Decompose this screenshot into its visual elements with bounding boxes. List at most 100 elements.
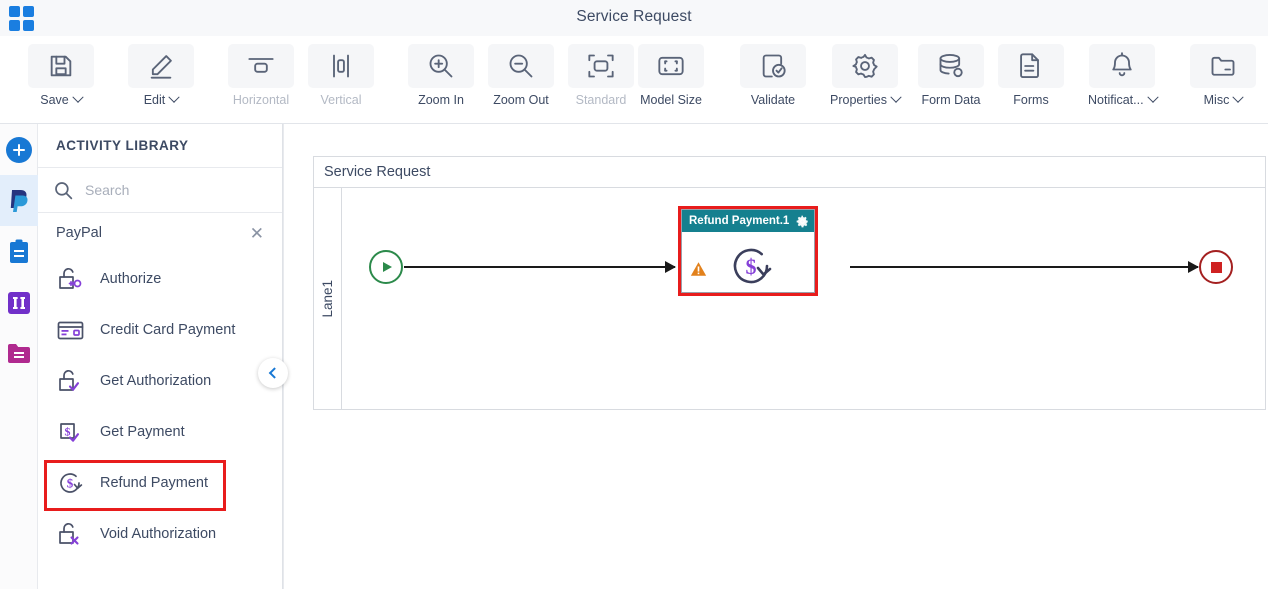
lane-body[interactable]: Refund Payment.1 $	[342, 188, 1265, 409]
unlock-x-icon	[56, 521, 86, 547]
library-item-void-authorization[interactable]: Void Authorization	[38, 508, 282, 559]
toolbar-button-model-size[interactable]: Model Size	[638, 44, 704, 107]
chevron-down-icon	[1146, 91, 1159, 103]
paypal-icon	[10, 189, 28, 212]
vertical-layout-icon	[308, 44, 374, 88]
task-header: Refund Payment.1	[682, 210, 814, 232]
database-icon	[918, 44, 984, 88]
toolbar-button-edit[interactable]: Edit	[128, 44, 194, 107]
refund-dollar-icon: $	[733, 248, 772, 284]
task-title: Refund Payment.1	[689, 215, 790, 227]
svg-text:$: $	[746, 254, 757, 279]
toolbar-button-label: Zoom In	[418, 93, 464, 107]
toolbar-button-label: Misc	[1203, 93, 1230, 107]
panel-collapse-button[interactable]	[258, 358, 288, 388]
library-item-get-payment[interactable]: $ Get Payment	[38, 406, 282, 457]
refund-dollar-icon: $	[56, 470, 86, 496]
svg-text:$: $	[65, 424, 71, 438]
chevron-down-icon	[168, 91, 180, 103]
panel-heading: ACTIVITY LIBRARY	[38, 124, 282, 168]
toolbar-button-validate[interactable]: Validate	[740, 44, 806, 107]
search-row	[38, 168, 282, 213]
library-item-label: Get Authorization	[100, 372, 212, 389]
lane-label-text: Lane1	[320, 279, 335, 318]
diagram-canvas[interactable]: Service Request Lane1 Refund Payment.1 $	[283, 124, 1268, 589]
columns-icon	[8, 291, 30, 314]
pool[interactable]: Service Request Lane1 Refund Payment.1 $	[313, 156, 1266, 410]
lane: Lane1 Refund Payment.1 $	[314, 188, 1265, 409]
toolbar-button-label: Form Data	[921, 93, 981, 107]
sidebar-item-folder[interactable]	[0, 328, 38, 379]
toolbar-button-label: Vertical	[320, 93, 362, 107]
toolbar-button-properties[interactable]: Properties	[830, 44, 902, 107]
activity-library-panel: ACTIVITY LIBRARY PayPal ✕ Authorize Credi…	[38, 124, 283, 589]
library-item-credit-card-payment[interactable]: Credit Card Payment	[38, 304, 282, 355]
toolbar-button-label: Validate	[750, 93, 796, 107]
toolbar-button-label: Edit	[143, 93, 166, 107]
toolbar-button-label: Zoom Out	[493, 93, 549, 107]
stop-square-icon	[1210, 261, 1222, 273]
edit-pencil-icon	[128, 44, 194, 88]
library-item-label: Refund Payment	[100, 474, 209, 491]
zoom-out-icon	[488, 44, 554, 88]
library-group-header: PayPal ✕	[38, 213, 282, 253]
library-group-label: PayPal	[56, 225, 102, 241]
chevron-left-icon	[268, 367, 281, 379]
search-input[interactable]	[85, 182, 245, 198]
toolbar-button-zoom-in[interactable]: Zoom In	[408, 44, 474, 107]
dollar-check-icon: $	[56, 419, 86, 445]
play-icon	[383, 262, 392, 272]
toolbar-button-label: Standard	[575, 93, 627, 107]
toolbar-button-label: Forms	[1013, 93, 1049, 107]
zoom-in-icon	[408, 44, 474, 88]
toolbar-button-zoom-out[interactable]: Zoom Out	[488, 44, 554, 107]
end-event[interactable]	[1199, 250, 1233, 284]
sidebar-item-clipboard[interactable]	[0, 226, 38, 277]
warning-triangle-icon[interactable]	[690, 261, 707, 277]
library-item-label: Authorize	[100, 270, 162, 287]
toolbar: Save Edit Horizontal Vertical Zoom In Zoom Ou…	[0, 36, 1268, 124]
credit-card-icon	[56, 317, 86, 343]
save-icon	[28, 44, 94, 88]
chevron-down-icon	[890, 91, 902, 103]
search-icon	[55, 181, 73, 199]
toolbar-button-label: Save	[40, 93, 69, 107]
toolbar-button-vertical: Vertical	[308, 44, 374, 107]
pool-title: Service Request	[314, 157, 1265, 188]
sequence-flow-2[interactable]	[850, 261, 1199, 273]
start-event[interactable]	[369, 250, 403, 284]
toolbar-button-label: Properties	[830, 93, 887, 107]
horizontal-layout-icon	[228, 44, 294, 88]
library-item-label: Get Payment	[100, 423, 185, 440]
toolbar-button-save[interactable]: Save	[28, 44, 94, 107]
title-bar: Service Request	[0, 0, 1268, 36]
model-size-icon	[638, 44, 704, 88]
toolbar-button-form-data[interactable]: Form Data	[918, 44, 984, 107]
svg-text:$: $	[67, 475, 74, 490]
close-icon[interactable]: ✕	[250, 225, 264, 242]
validate-icon	[740, 44, 806, 88]
toolbar-button-label: Model Size	[640, 93, 702, 107]
toolbar-button-forms[interactable]: Forms	[998, 44, 1064, 107]
forms-icon	[998, 44, 1064, 88]
sidebar-item-paypal[interactable]	[0, 175, 38, 226]
folder-icon	[8, 343, 30, 363]
clipboard-icon	[10, 239, 28, 263]
gear-icon[interactable]	[796, 215, 809, 228]
toolbar-button-horizontal: Horizontal	[228, 44, 294, 107]
library-item-get-authorization[interactable]: Get Authorization	[38, 355, 282, 406]
sequence-flow-1[interactable]	[404, 261, 676, 273]
page-title: Service Request	[576, 8, 692, 25]
library-item-label: Void Authorization	[100, 525, 217, 542]
task-refund-payment[interactable]: Refund Payment.1 $	[678, 206, 818, 296]
toolbar-button-misc[interactable]: Misc	[1190, 44, 1256, 107]
library-item-refund-payment[interactable]: $ Refund Payment	[38, 457, 282, 511]
standard-size-icon	[568, 44, 634, 88]
toolbar-button-standard: Standard	[568, 44, 634, 107]
unlock-check-icon	[56, 368, 86, 394]
folder-misc-icon	[1190, 44, 1256, 88]
toolbar-button-notificat[interactable]: Notificat...	[1088, 44, 1159, 107]
sidebar-item-columns[interactable]	[0, 277, 38, 328]
sidebar-item-add[interactable]	[0, 124, 38, 175]
library-item-authorize[interactable]: Authorize	[38, 253, 282, 304]
